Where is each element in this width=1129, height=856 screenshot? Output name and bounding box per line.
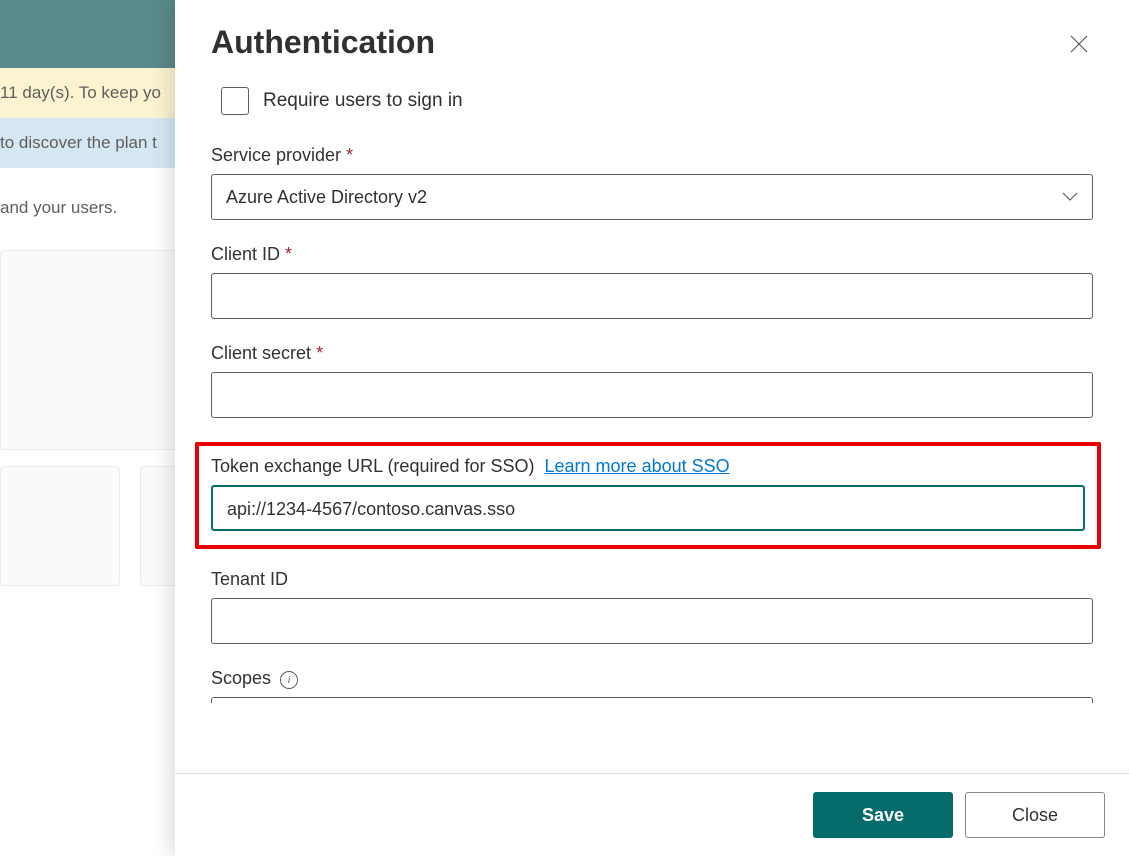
panel-title: Authentication bbox=[211, 24, 435, 61]
close-panel-button[interactable]: Close bbox=[965, 792, 1105, 838]
panel-body: Authentication Require users to sign in … bbox=[175, 0, 1129, 773]
panel-header: Authentication bbox=[211, 24, 1093, 61]
scopes-input[interactable] bbox=[211, 697, 1093, 703]
client-id-label: Client ID * bbox=[211, 244, 1093, 265]
service-provider-field: Service provider * Azure Active Director… bbox=[211, 145, 1093, 220]
learn-more-sso-link[interactable]: Learn more about SSO bbox=[545, 456, 730, 476]
service-provider-label: Service provider * bbox=[211, 145, 1093, 166]
client-secret-label: Client secret * bbox=[211, 343, 1093, 364]
tenant-id-field: Tenant ID bbox=[211, 569, 1093, 644]
card bbox=[0, 250, 190, 450]
chevron-down-icon bbox=[1062, 192, 1078, 202]
authentication-panel: Authentication Require users to sign in … bbox=[175, 0, 1129, 856]
required-mark: * bbox=[285, 244, 292, 264]
service-provider-value: Azure Active Directory v2 bbox=[226, 187, 427, 208]
required-mark: * bbox=[346, 145, 353, 165]
card bbox=[0, 466, 120, 586]
tenant-id-input[interactable] bbox=[211, 598, 1093, 644]
client-secret-input[interactable] bbox=[211, 372, 1093, 418]
service-provider-select[interactable]: Azure Active Directory v2 bbox=[211, 174, 1093, 220]
client-secret-field: Client secret * bbox=[211, 343, 1093, 418]
token-exchange-highlight: Token exchange URL (required for SSO) Le… bbox=[195, 442, 1101, 549]
close-icon bbox=[1069, 34, 1089, 54]
require-signin-checkbox[interactable] bbox=[221, 87, 249, 115]
save-button[interactable]: Save bbox=[813, 792, 953, 838]
token-exchange-value: api://1234-4567/contoso.canvas.sso bbox=[227, 499, 515, 519]
tenant-id-label: Tenant ID bbox=[211, 569, 1093, 590]
token-exchange-label: Token exchange URL (required for SSO) Le… bbox=[211, 456, 1085, 477]
required-mark: * bbox=[316, 343, 323, 363]
require-signin-label: Require users to sign in bbox=[263, 90, 463, 112]
panel-footer: Save Close bbox=[175, 773, 1129, 856]
info-icon[interactable]: i bbox=[280, 671, 298, 689]
client-id-input[interactable] bbox=[211, 273, 1093, 319]
close-button[interactable] bbox=[1065, 30, 1093, 61]
client-id-field: Client ID * bbox=[211, 244, 1093, 319]
scopes-label: Scopes i bbox=[211, 668, 1093, 689]
token-exchange-field: Token exchange URL (required for SSO) Le… bbox=[211, 456, 1085, 531]
token-exchange-input[interactable]: api://1234-4567/contoso.canvas.sso bbox=[211, 485, 1085, 531]
require-signin-row: Require users to sign in bbox=[221, 87, 1093, 115]
trial-banner-text: 11 day(s). To keep yo bbox=[0, 83, 161, 102]
scopes-field: Scopes i bbox=[211, 668, 1093, 703]
plan-banner-text: to discover the plan t bbox=[0, 133, 157, 152]
